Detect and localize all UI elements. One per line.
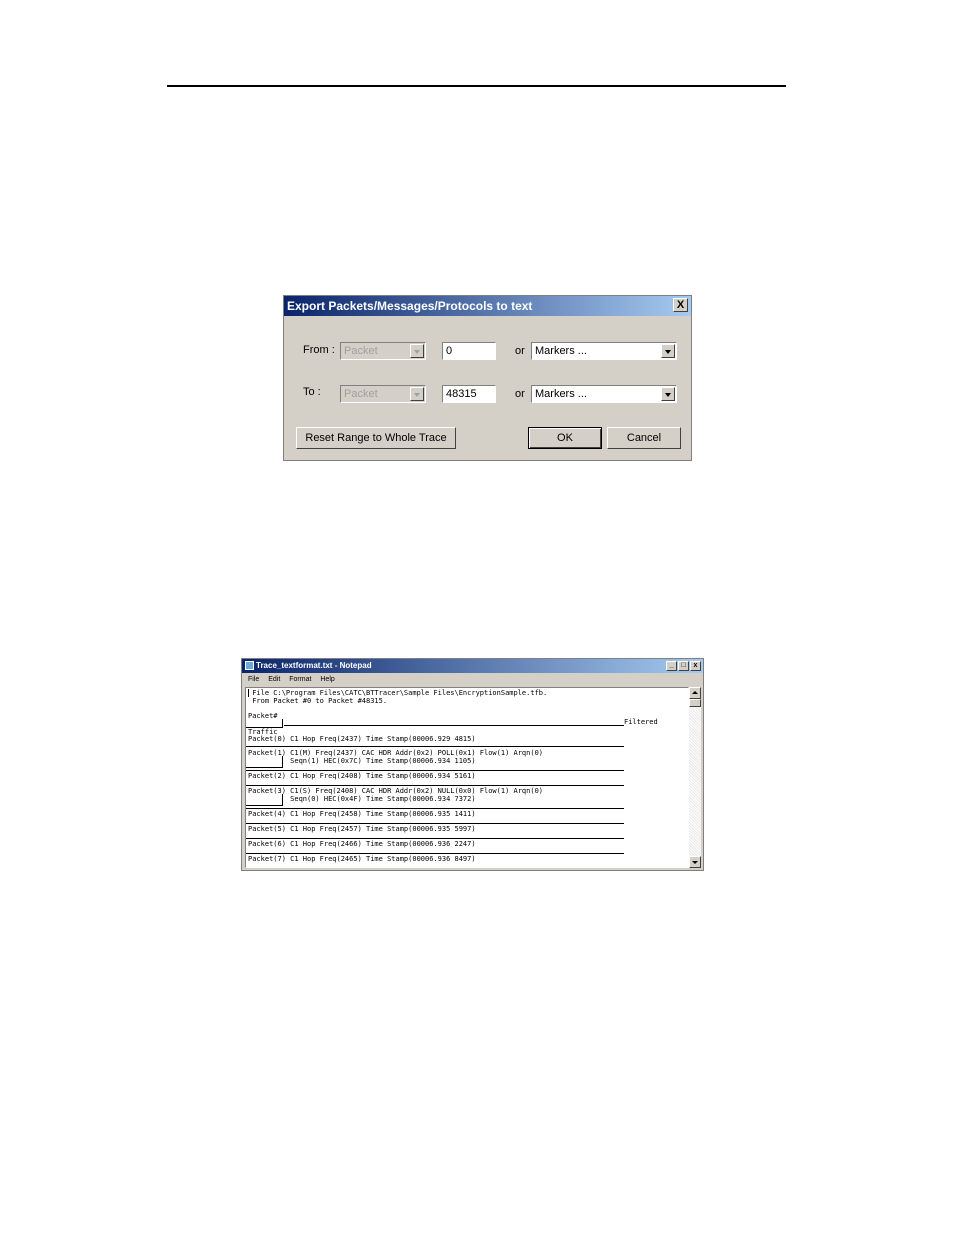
menu-file[interactable]: File xyxy=(248,676,259,683)
menu-edit[interactable]: Edit xyxy=(268,676,280,683)
maximize-icon[interactable]: □ xyxy=(678,661,689,671)
text-line: Packet(2) C1 Hop Freq(2408) Time Stamp(0… xyxy=(248,772,476,780)
divider xyxy=(246,767,282,768)
from-markers-value: Markers ... xyxy=(535,345,587,357)
divider xyxy=(246,853,624,854)
cancel-button[interactable]: Cancel xyxy=(607,427,681,449)
from-label: From : xyxy=(303,344,335,356)
notepad-title: Trace_textformat.txt - Notepad xyxy=(256,661,372,670)
text-line: Packet(7) C1 Hop Freq(2465) Time Stamp(0… xyxy=(248,855,476,863)
close-icon[interactable]: X xyxy=(673,298,688,312)
divider xyxy=(246,808,624,809)
text-line: From Packet #0 to Packet #48315. xyxy=(248,697,388,705)
text-line: Packet# xyxy=(248,712,278,720)
vertical-scrollbar[interactable] xyxy=(689,687,701,868)
text-line: Packet(1) C1(M) Freq(2437) CAC HDR Addr(… xyxy=(248,749,544,757)
to-type-select[interactable]: Packet xyxy=(340,385,426,403)
text-line: Filtered xyxy=(624,718,658,726)
chevron-down-icon xyxy=(410,344,424,358)
text-line: Packet(0) C1 Hop Freq(2437) Time Stamp(0… xyxy=(248,735,476,743)
text-line: Packet(3) C1(S) Freq(2408) CAC HDR Addr(… xyxy=(248,787,544,795)
divider xyxy=(246,746,624,747)
divider xyxy=(246,805,282,806)
ok-button[interactable]: OK xyxy=(528,427,602,449)
close-icon[interactable]: x xyxy=(690,661,701,671)
notepad-title-bar: Trace_textformat.txt - Notepad _ □ x xyxy=(242,659,703,673)
to-markers-value: Markers ... xyxy=(535,388,587,400)
scroll-down-icon[interactable] xyxy=(689,856,701,868)
to-markers-select[interactable]: Markers ... xyxy=(531,385,677,403)
to-label: To : xyxy=(303,386,321,398)
or-label: or xyxy=(515,388,525,400)
divider xyxy=(246,823,624,824)
page-header-rule xyxy=(167,85,786,87)
text-line: Packet(6) C1 Hop Freq(2466) Time Stamp(0… xyxy=(248,840,476,848)
reset-range-button[interactable]: Reset Range to Whole Trace xyxy=(296,427,456,449)
scroll-up-icon[interactable] xyxy=(689,687,701,699)
menu-bar: File Edit Format Help xyxy=(242,673,703,686)
from-type-select[interactable]: Packet xyxy=(340,342,426,360)
chevron-down-icon xyxy=(410,387,424,401)
text-line: Packet(5) C1 Hop Freq(2457) Time Stamp(0… xyxy=(248,825,476,833)
menu-format[interactable]: Format xyxy=(289,676,311,683)
to-input[interactable]: 48315 xyxy=(442,385,496,403)
divider xyxy=(282,756,283,768)
divider xyxy=(246,770,624,771)
divider xyxy=(246,785,624,786)
text-area[interactable]: File C:\Program Files\CATC\BTTracer\Samp… xyxy=(245,687,689,868)
scroll-thumb[interactable] xyxy=(689,699,701,707)
from-type-value: Packet xyxy=(344,345,378,357)
notepad-icon xyxy=(245,661,254,670)
from-input[interactable]: 0 xyxy=(442,342,496,360)
to-type-value: Packet xyxy=(344,388,378,400)
chevron-down-icon xyxy=(661,344,675,358)
text-line: Packet(4) C1 Hop Freq(2458) Time Stamp(0… xyxy=(248,810,476,818)
or-label: or xyxy=(515,345,525,357)
dialog-title: Export Packets/Messages/Protocols to tex… xyxy=(287,299,533,313)
divider xyxy=(246,838,624,839)
divider xyxy=(282,719,283,728)
divider xyxy=(284,725,624,726)
dialog-title-bar: Export Packets/Messages/Protocols to tex… xyxy=(284,296,691,316)
notepad-window: Trace_textformat.txt - Notepad _ □ x Fil… xyxy=(241,658,704,871)
divider xyxy=(282,794,283,806)
export-dialog: Export Packets/Messages/Protocols to tex… xyxy=(283,295,692,461)
from-markers-select[interactable]: Markers ... xyxy=(531,342,677,360)
menu-help[interactable]: Help xyxy=(320,676,334,683)
text-line: File C:\Program Files\CATC\BTTracer\Samp… xyxy=(248,689,548,697)
minimize-icon[interactable]: _ xyxy=(666,661,677,671)
chevron-down-icon xyxy=(661,387,675,401)
